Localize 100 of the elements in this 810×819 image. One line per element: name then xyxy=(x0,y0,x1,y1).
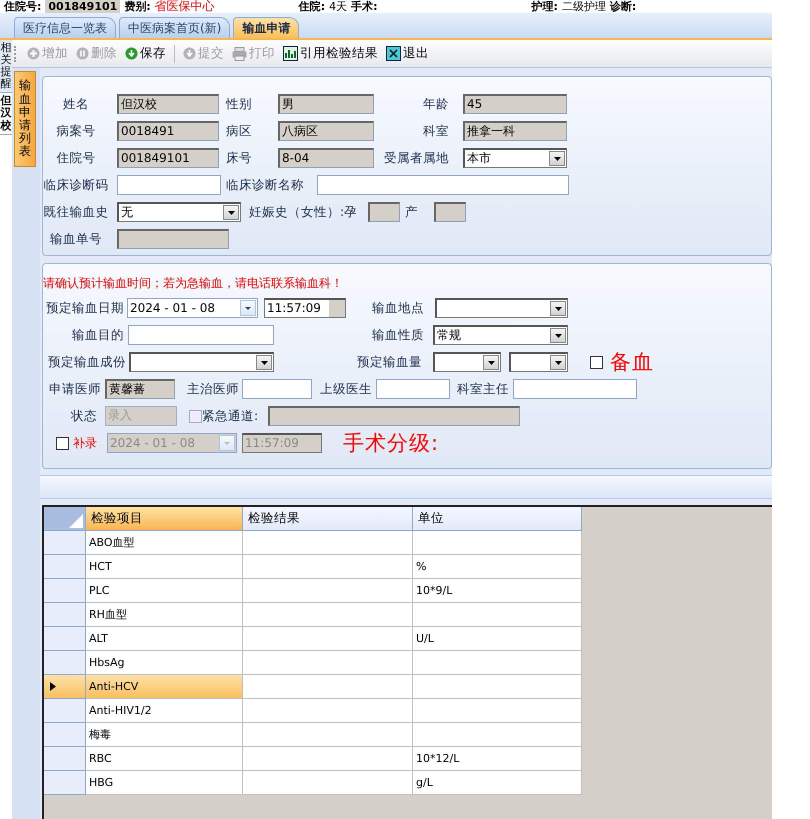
dropdown-button[interactable] xyxy=(549,151,565,166)
field-label: 输血目的 xyxy=(71,326,124,344)
info-value: 省医保中心 xyxy=(154,0,215,13)
field-label: 上级医生 xyxy=(319,380,372,398)
field-label: 妊娠史（女性）:孕 xyxy=(249,204,358,220)
banner-text: 备血 xyxy=(610,349,654,376)
tab[interactable]: 医疗信息一览表 xyxy=(14,17,116,38)
side-tab[interactable]: 相关提醒 xyxy=(0,40,12,94)
table-cell: RBC xyxy=(86,747,243,771)
table-cell: HCT xyxy=(86,555,243,579)
column-header[interactable]: 检验项目 xyxy=(86,507,243,531)
row-header[interactable] xyxy=(44,675,86,699)
info-label: 费别: xyxy=(124,0,151,13)
field-label: 预定输血量 xyxy=(356,354,422,370)
status-field: 录入 xyxy=(105,406,177,426)
field-label: 姓名 xyxy=(62,96,90,112)
dropdown-field[interactable] xyxy=(433,352,501,372)
column-header[interactable]: 单位 xyxy=(413,507,582,531)
field-label: 住院号 xyxy=(56,150,96,166)
dropdown-arrow-icon xyxy=(224,442,230,444)
dropdown-button[interactable] xyxy=(550,301,566,316)
dropdown-button[interactable] xyxy=(223,205,239,220)
input-field[interactable] xyxy=(242,379,312,399)
field-label: 病区 xyxy=(226,122,253,140)
column-header[interactable]: 检验结果 xyxy=(243,507,413,531)
dropdown-field[interactable]: 本市 xyxy=(463,148,567,168)
field-label: 输血地点 xyxy=(371,300,424,316)
dropdown-button[interactable] xyxy=(256,355,272,370)
table-cell: RH血型 xyxy=(86,603,243,627)
dropdown-arrow-icon xyxy=(488,360,494,364)
field-label: 科室主任 xyxy=(456,380,509,398)
dropdown-button[interactable] xyxy=(550,355,566,370)
table-cell: HBG xyxy=(86,771,243,795)
warning-text: 请确认预计输血时间；若为急输血，请电话联系输血科！ xyxy=(43,274,343,292)
input-field[interactable] xyxy=(513,379,637,399)
readonly-field: 8-04 xyxy=(278,148,374,168)
readonly-field: 男 xyxy=(278,94,374,114)
input-field[interactable] xyxy=(376,379,450,399)
splitter-bar[interactable] xyxy=(40,475,772,499)
checkbox[interactable] xyxy=(56,436,68,450)
down-arrow-icon xyxy=(183,47,196,60)
plus-icon xyxy=(27,47,40,60)
date-picker[interactable]: 2024 - 01 - 08 xyxy=(127,298,258,318)
table-cell: 10*9/L xyxy=(413,579,582,603)
readonly-field: 八病区 xyxy=(278,121,374,141)
toolbar-button[interactable]: 引用检验结果 xyxy=(281,43,380,64)
info-label: 住院号: xyxy=(4,0,42,13)
toolbar-button[interactable]: 退出 xyxy=(384,43,431,64)
field-label: 临床诊断码 xyxy=(42,176,110,194)
field-label: 输血性质 xyxy=(371,326,424,344)
field-label: 受属者属地 xyxy=(383,150,449,166)
dropdown-field[interactable] xyxy=(129,352,274,372)
dropdown-arrow-icon xyxy=(260,360,268,364)
checkbox[interactable] xyxy=(590,356,602,368)
field-label: 主治医师 xyxy=(186,380,239,398)
side-tab[interactable]: 输血申请列表 xyxy=(14,71,36,167)
dropdown-field[interactable]: 常规 xyxy=(433,325,568,345)
table-cell: PLC xyxy=(86,579,243,603)
dropdown-button[interactable] xyxy=(550,328,566,343)
table-cell: Anti-HCV xyxy=(86,675,243,699)
readonly-field xyxy=(434,202,466,222)
input-field[interactable] xyxy=(317,175,569,195)
toolbar-button[interactable]: 保存 xyxy=(123,43,168,64)
readonly-field: 但汉校 xyxy=(117,94,219,114)
dropdown-arrow-icon xyxy=(245,306,251,310)
table-cell: 梅毒 xyxy=(86,723,243,747)
readonly-field: 推拿一科 xyxy=(463,121,567,141)
field-label: 紧急通道: xyxy=(202,408,260,424)
field-label: 床号 xyxy=(226,150,253,166)
info-label: 护理: xyxy=(532,0,558,13)
input-field[interactable] xyxy=(117,175,221,195)
table-cell: U/L xyxy=(413,627,582,651)
pause-icon xyxy=(76,47,89,60)
dropdown-field[interactable] xyxy=(509,352,568,372)
table-cell: Anti-HIV1/2 xyxy=(86,699,243,723)
dropdown-field[interactable]: 无 xyxy=(117,202,241,222)
dropdown-field[interactable] xyxy=(435,298,568,318)
tab[interactable]: 输血申请 xyxy=(233,17,300,38)
info-value: 二级护理 xyxy=(562,0,606,13)
table-cell: ABO血型 xyxy=(86,531,243,555)
info-label: 住院: xyxy=(298,0,326,13)
readonly-field: 001849101 xyxy=(117,148,219,168)
time-field[interactable]: 11:57:09 xyxy=(264,298,346,318)
field-label: 性别 xyxy=(226,96,253,112)
tab[interactable]: 中医病案首页(新) xyxy=(119,17,230,38)
select-all-cell[interactable] xyxy=(44,507,86,531)
field-label: 申请医师 xyxy=(48,380,101,398)
side-tab[interactable]: 但汉校 xyxy=(0,93,12,135)
table-cell: HbsAg xyxy=(86,651,243,675)
table-cell: % xyxy=(413,555,582,579)
warning-text: 补录 xyxy=(73,434,97,452)
field-label: 产 xyxy=(405,204,419,220)
readonly-field: 0018491 xyxy=(117,121,219,141)
dropdown-arrow-icon xyxy=(228,210,234,214)
dropdown-button[interactable] xyxy=(240,300,256,316)
info-value: 4天 xyxy=(329,0,348,13)
field-label: 状态 xyxy=(70,408,97,424)
input-field[interactable] xyxy=(128,325,274,345)
field-label: 预定输血日期 xyxy=(45,300,124,316)
dropdown-button[interactable] xyxy=(483,355,499,370)
